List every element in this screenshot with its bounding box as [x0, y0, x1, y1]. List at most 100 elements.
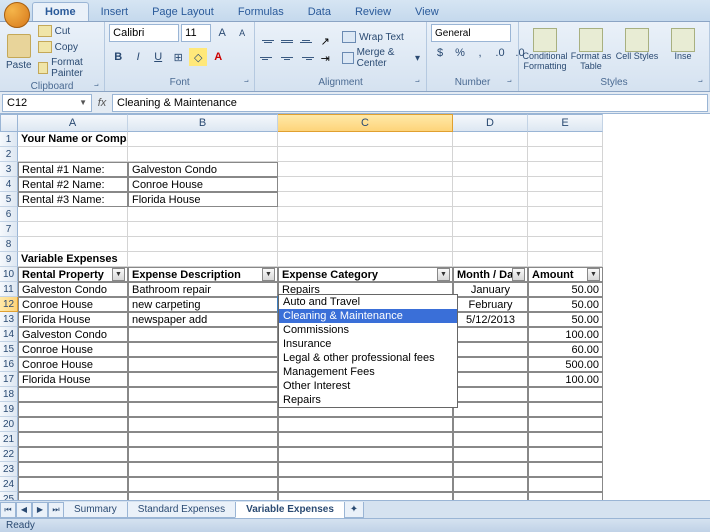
- formula-input[interactable]: Cleaning & Maintenance: [112, 94, 708, 112]
- tab-view[interactable]: View: [403, 3, 451, 21]
- cell[interactable]: [528, 207, 603, 222]
- cell[interactable]: 50.00: [528, 312, 603, 327]
- cell[interactable]: Rental #2 Name:: [18, 177, 128, 192]
- cell[interactable]: [278, 207, 453, 222]
- cell[interactable]: 50.00: [528, 282, 603, 297]
- font-size-select[interactable]: [181, 24, 211, 42]
- cell[interactable]: Conroe House: [18, 357, 128, 372]
- cell[interactable]: [18, 447, 128, 462]
- filter-button[interactable]: ▼: [112, 268, 125, 281]
- cell[interactable]: [278, 162, 453, 177]
- cell[interactable]: Your Name or Company Here: [18, 132, 128, 147]
- cell[interactable]: [528, 432, 603, 447]
- align-center-button[interactable]: [278, 51, 296, 67]
- cell[interactable]: [528, 252, 603, 267]
- cell[interactable]: [528, 177, 603, 192]
- dd-item[interactable]: Repairs: [279, 393, 457, 407]
- cell[interactable]: [453, 462, 528, 477]
- select-all-corner[interactable]: [0, 114, 18, 132]
- cell[interactable]: [128, 252, 278, 267]
- paste-button[interactable]: Paste: [4, 26, 34, 78]
- cell[interactable]: Expense Category▼: [278, 267, 453, 282]
- tab-insert[interactable]: Insert: [89, 3, 141, 21]
- cell[interactable]: 500.00: [528, 357, 603, 372]
- col-header-d[interactable]: D: [453, 114, 528, 132]
- cell[interactable]: Conroe House: [18, 297, 128, 312]
- cell[interactable]: [453, 207, 528, 222]
- row-header[interactable]: 17: [0, 372, 18, 387]
- cell[interactable]: [278, 222, 453, 237]
- row-header[interactable]: 7: [0, 222, 18, 237]
- grow-font-button[interactable]: A: [213, 24, 231, 42]
- insert-cells-button[interactable]: Inse: [661, 28, 705, 72]
- cell[interactable]: 60.00: [528, 342, 603, 357]
- cell[interactable]: [453, 342, 528, 357]
- cell[interactable]: [18, 237, 128, 252]
- filter-button[interactable]: ▼: [587, 268, 600, 281]
- row-header[interactable]: 19: [0, 402, 18, 417]
- cell[interactable]: [453, 252, 528, 267]
- cell[interactable]: [18, 387, 128, 402]
- name-box[interactable]: C12▼: [2, 94, 92, 112]
- cell[interactable]: [278, 237, 453, 252]
- cell[interactable]: January: [453, 282, 528, 297]
- cell[interactable]: [528, 462, 603, 477]
- row-header[interactable]: 4: [0, 177, 18, 192]
- cell[interactable]: Galveston Condo: [128, 162, 278, 177]
- sheet-tab-variable[interactable]: Variable Expenses: [235, 502, 345, 518]
- tab-formulas[interactable]: Formulas: [226, 3, 296, 21]
- dd-item[interactable]: Management Fees: [279, 365, 457, 379]
- cell[interactable]: [18, 477, 128, 492]
- cell[interactable]: 5/12/2013: [453, 312, 528, 327]
- cell[interactable]: [528, 387, 603, 402]
- cell[interactable]: Rental #1 Name:: [18, 162, 128, 177]
- cell[interactable]: [128, 237, 278, 252]
- tab-data[interactable]: Data: [296, 3, 343, 21]
- indent-button[interactable]: ⇥: [316, 51, 334, 67]
- cell[interactable]: [453, 327, 528, 342]
- cell[interactable]: [128, 372, 278, 387]
- wrap-text-button[interactable]: Wrap Text: [340, 30, 422, 44]
- col-header-a[interactable]: A: [18, 114, 128, 132]
- filter-button[interactable]: ▼: [512, 268, 525, 281]
- font-color-button[interactable]: A: [209, 48, 227, 66]
- cell[interactable]: [18, 417, 128, 432]
- cell[interactable]: [18, 147, 128, 162]
- cell[interactable]: [453, 387, 528, 402]
- cell[interactable]: [128, 147, 278, 162]
- cell[interactable]: Conroe House: [18, 342, 128, 357]
- cell[interactable]: [18, 402, 128, 417]
- fx-button[interactable]: fx: [92, 97, 112, 109]
- cell[interactable]: [128, 327, 278, 342]
- cell[interactable]: [528, 147, 603, 162]
- dd-item[interactable]: Legal & other professional fees: [279, 351, 457, 365]
- cell[interactable]: [528, 132, 603, 147]
- cell[interactable]: [278, 177, 453, 192]
- cell[interactable]: [453, 447, 528, 462]
- cell[interactable]: [278, 447, 453, 462]
- cell[interactable]: Florida House: [18, 312, 128, 327]
- format-as-table-button[interactable]: Format as Table: [569, 28, 613, 72]
- tab-page-layout[interactable]: Page Layout: [140, 3, 226, 21]
- row-header[interactable]: 8: [0, 237, 18, 252]
- cell[interactable]: [278, 132, 453, 147]
- cell[interactable]: [128, 387, 278, 402]
- cell[interactable]: [128, 342, 278, 357]
- cell[interactable]: [128, 402, 278, 417]
- cell[interactable]: Month / Date▼: [453, 267, 528, 282]
- spreadsheet-grid[interactable]: A B C D E 1Your Name or Company Here23Re…: [0, 114, 710, 522]
- row-header[interactable]: 5: [0, 192, 18, 207]
- row-header[interactable]: 13: [0, 312, 18, 327]
- cell[interactable]: [278, 252, 453, 267]
- cell[interactable]: 50.00: [528, 297, 603, 312]
- cell[interactable]: [453, 192, 528, 207]
- cell[interactable]: [128, 462, 278, 477]
- cell[interactable]: [453, 177, 528, 192]
- cell[interactable]: Variable Expenses: [18, 252, 128, 267]
- cell[interactable]: [453, 237, 528, 252]
- row-header[interactable]: 6: [0, 207, 18, 222]
- col-header-c[interactable]: C: [278, 114, 453, 132]
- underline-button[interactable]: U: [149, 48, 167, 66]
- cell[interactable]: Bathroom repair: [128, 282, 278, 297]
- cell[interactable]: [128, 207, 278, 222]
